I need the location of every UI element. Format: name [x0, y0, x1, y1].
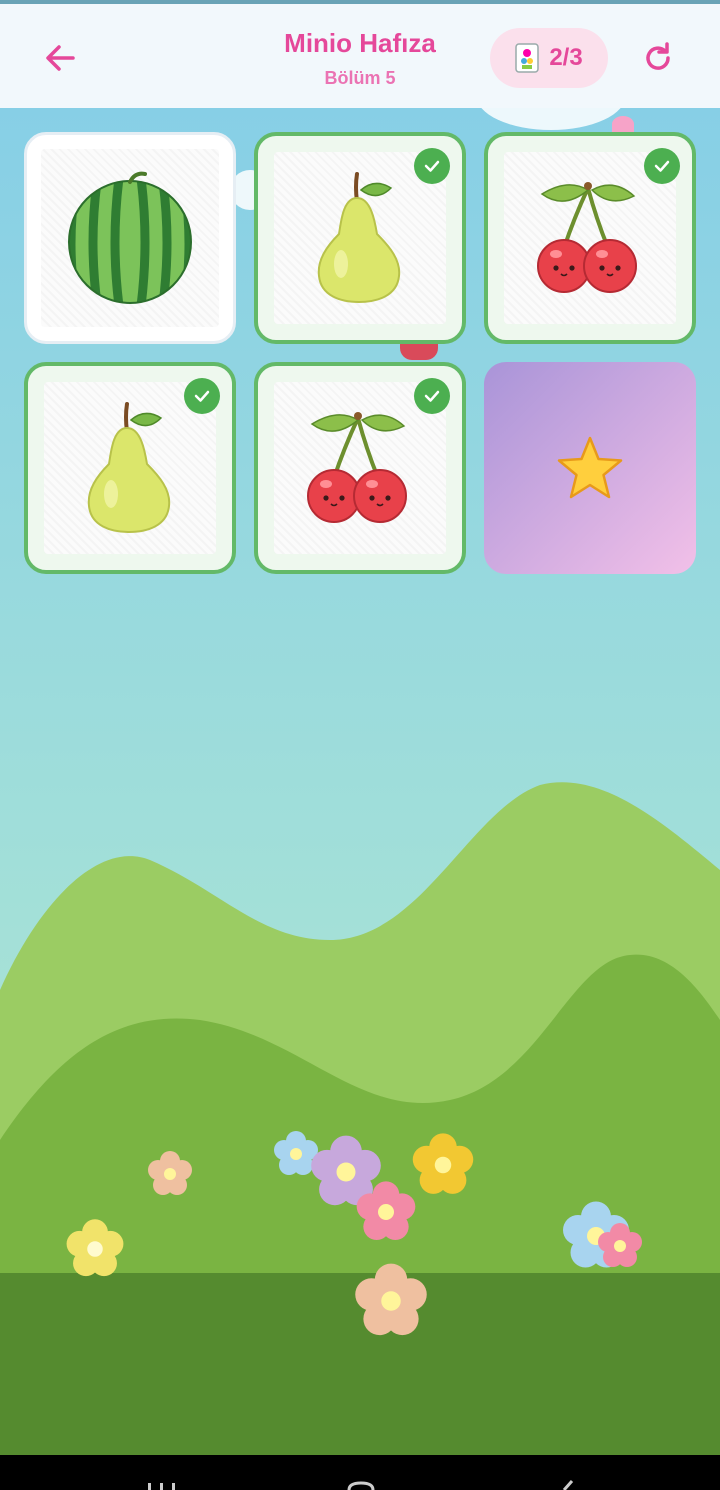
flower	[355, 1263, 427, 1336]
pairs-counter: 2/3	[490, 28, 608, 88]
home-nav-icon[interactable]	[346, 1481, 376, 1490]
pink-decoration	[612, 116, 634, 132]
counter-label: 2/3	[549, 44, 583, 71]
check-icon	[654, 160, 670, 172]
system-nav-bar	[0, 1455, 720, 1490]
flower	[412, 1133, 474, 1194]
red-decoration	[400, 344, 438, 360]
card-cherry[interactable]	[484, 132, 696, 344]
check-icon	[194, 390, 210, 402]
page-title: Minio Hafıza	[284, 28, 436, 58]
card-hidden[interactable]	[484, 362, 696, 574]
flower	[148, 1151, 192, 1195]
restart-button[interactable]	[636, 36, 680, 80]
card-cherry[interactable]	[254, 362, 466, 574]
matched-check	[414, 148, 450, 184]
matched-check	[644, 148, 680, 184]
top-bar: Minio Hafıza Bölüm 5 2/3	[0, 4, 720, 108]
matched-check	[184, 378, 220, 414]
check-icon	[424, 390, 440, 402]
watermelon-icon	[68, 171, 192, 304]
back-nav-icon[interactable]	[556, 1479, 576, 1490]
card-face	[41, 149, 219, 327]
card-pear[interactable]	[254, 132, 466, 344]
pear-icon	[87, 402, 171, 534]
recents-nav-icon[interactable]	[146, 1479, 178, 1490]
flower	[356, 1181, 416, 1240]
flower	[598, 1223, 642, 1267]
cherry-icon	[537, 182, 637, 293]
flower	[66, 1219, 124, 1277]
star-icon	[557, 436, 623, 499]
cherry-icon	[307, 412, 407, 523]
cards-icon	[515, 43, 540, 73]
check-icon	[424, 160, 440, 172]
card-watermelon[interactable]	[24, 132, 236, 344]
pear-icon	[317, 172, 401, 304]
matched-check	[414, 378, 450, 414]
level-subtitle: Bölüm 5	[324, 68, 396, 88]
restart-icon	[646, 42, 670, 70]
card-pear[interactable]	[24, 362, 236, 574]
